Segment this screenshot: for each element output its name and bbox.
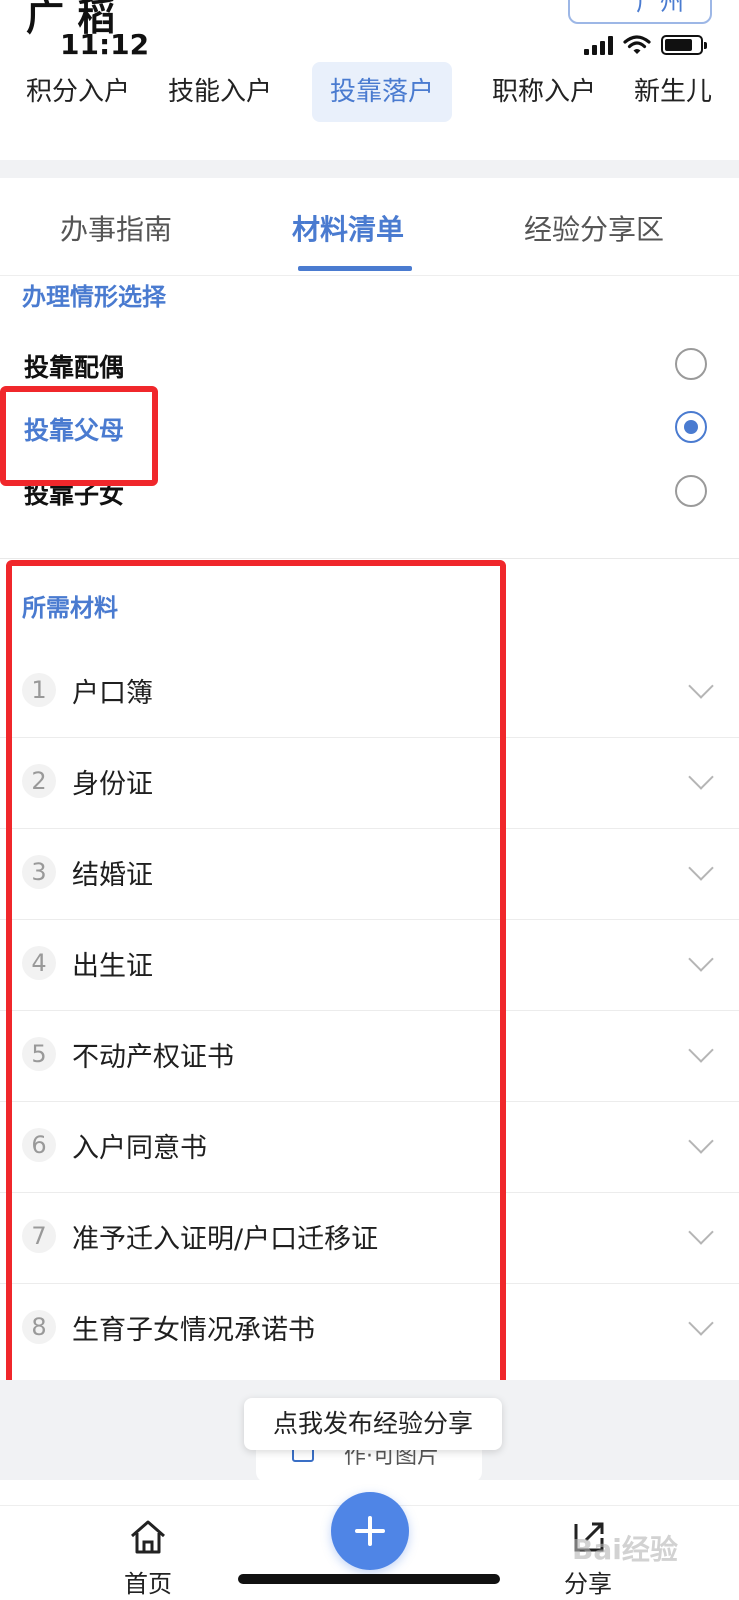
item-number: 2 — [22, 764, 56, 798]
tab-experience[interactable]: 经验分享区 — [524, 208, 664, 248]
item-number: 3 — [22, 855, 56, 889]
item-number: 1 — [22, 673, 56, 707]
material-item[interactable]: 2 身份证 — [0, 738, 739, 829]
status-time: 11:12 — [60, 28, 150, 61]
material-item[interactable]: 4 出生证 — [0, 920, 739, 1011]
tab-guide[interactable]: 办事指南 — [60, 208, 172, 248]
status-icons — [584, 34, 707, 56]
battery-icon — [661, 35, 707, 55]
nav-share-label: 分享 — [564, 1570, 612, 1598]
category-tab-bar: 积分入户 技能入户 投靠落户 职称入户 新生儿 — [0, 62, 739, 124]
radio-button-selected[interactable] — [675, 411, 707, 443]
city-switch-button[interactable]: 广州 — [568, 0, 712, 24]
tab-title-settlement[interactable]: 职称入户 — [492, 62, 596, 122]
tab-newborn[interactable]: 新生儿 — [634, 62, 712, 122]
section-separator — [0, 160, 739, 178]
chevron-down-icon[interactable] — [688, 1219, 714, 1245]
home-indicator — [238, 1574, 500, 1584]
situation-header: 办理情形选择 — [22, 283, 166, 311]
item-name: 身份证 — [72, 769, 153, 800]
nav-home[interactable]: 首页 — [88, 1518, 208, 1599]
material-item[interactable]: 7 准予迁入证明/户口迁移证 — [0, 1193, 739, 1284]
situation-option-children[interactable]: 投靠子女 — [0, 463, 739, 523]
item-name: 结婚证 — [72, 860, 153, 891]
home-icon — [131, 1520, 165, 1554]
chevron-down-icon[interactable] — [688, 1037, 714, 1063]
tab-materials[interactable]: 材料清单 — [292, 208, 404, 248]
item-number: 5 — [22, 1037, 56, 1071]
item-name: 出生证 — [72, 951, 153, 982]
chevron-down-icon[interactable] — [688, 1128, 714, 1154]
material-item[interactable]: 6 入户同意书 — [0, 1102, 739, 1193]
nav-home-label: 首页 — [124, 1570, 172, 1598]
active-tab-indicator — [298, 266, 412, 271]
situation-option-label: 投靠配偶 — [24, 353, 125, 382]
add-post-button[interactable] — [331, 1492, 409, 1570]
situation-option-spouse[interactable]: 投靠配偶 — [0, 336, 739, 396]
item-number: 8 — [22, 1310, 56, 1344]
tab-points-settlement[interactable]: 积分入户 — [26, 62, 130, 122]
material-item[interactable]: 8 生育子女情况承诺书 — [0, 1284, 739, 1375]
signal-icon — [584, 35, 613, 55]
material-item[interactable]: 3 结婚证 — [0, 829, 739, 920]
item-name: 不动产权证书 — [72, 1042, 234, 1073]
item-number: 7 — [22, 1219, 56, 1253]
watermark-logo: Bai经验 — [572, 1533, 678, 1566]
radio-button[interactable] — [675, 475, 707, 507]
item-number: 4 — [22, 946, 56, 980]
item-name: 准予迁入证明/户口迁移证 — [72, 1224, 379, 1255]
material-item[interactable]: 5 不动产权证书 — [0, 1011, 739, 1102]
item-number: 6 — [22, 1128, 56, 1162]
material-item[interactable]: 1 户口簿 — [0, 647, 739, 738]
sub-tab-bar: 办事指南 材料清单 经验分享区 — [0, 178, 739, 276]
city-label: 广州 — [636, 0, 684, 16]
wifi-icon — [623, 35, 651, 54]
materials-header: 所需材料 — [22, 594, 118, 622]
situation-option-label: 投靠父母 — [24, 416, 125, 445]
situation-option-label: 投靠子女 — [24, 480, 125, 509]
situation-option-parents[interactable]: 投靠父母 — [0, 399, 739, 459]
chevron-down-icon[interactable] — [688, 855, 714, 881]
chevron-down-icon[interactable] — [688, 946, 714, 972]
publish-experience-tooltip[interactable]: 点我发布经验分享 — [244, 1398, 502, 1450]
tab-relative-settlement[interactable]: 投靠落户 — [312, 62, 453, 122]
divider — [0, 558, 739, 559]
item-name: 入户同意书 — [72, 1133, 207, 1164]
item-name: 户口簿 — [72, 678, 153, 709]
chevron-down-icon[interactable] — [688, 673, 714, 699]
chevron-down-icon[interactable] — [688, 1310, 714, 1336]
chevron-down-icon[interactable] — [688, 764, 714, 790]
item-name: 生育子女情况承诺书 — [72, 1315, 315, 1346]
tab-skill-settlement[interactable]: 技能入户 — [168, 62, 272, 122]
radio-button[interactable] — [675, 348, 707, 380]
